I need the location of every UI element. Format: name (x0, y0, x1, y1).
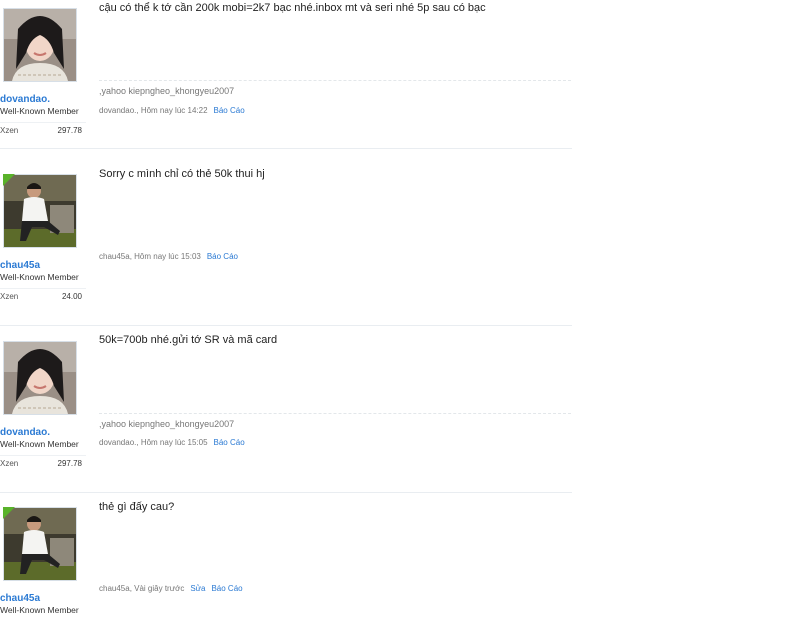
user-info: dovandao. Well-Known Member Xzen 297.78 (0, 334, 86, 474)
post-message: thẻ gì đấy cau? (99, 501, 175, 513)
user-info: chau45a Well-Known Member Xzen 24.00 (0, 160, 86, 306)
report-link[interactable]: Báo Cáo (214, 438, 245, 447)
user-info: dovandao. Well-Known Member Xzen 297.78 (0, 0, 86, 140)
username-link[interactable]: dovandao. (0, 427, 50, 438)
online-status-icon (3, 507, 15, 519)
stat-value: 297.78 (57, 459, 82, 468)
post-author-time: chau45a, Hôm nay lúc 15:03 (99, 252, 201, 261)
signature-divider (99, 413, 571, 414)
post-author-time: chau45a, Vài giây trước (99, 584, 185, 593)
post-separator (0, 148, 572, 149)
user-stat-row: Xzen 297.78 (0, 455, 86, 471)
user-title: Well-Known Member (0, 605, 79, 615)
edit-link[interactable]: Sửa (190, 584, 205, 593)
stat-value: 24.00 (61, 292, 82, 301)
user-stat-row: Xzen 297.78 (0, 122, 86, 138)
stat-label: Xzen (0, 292, 19, 301)
avatar[interactable] (3, 341, 77, 415)
user-info: chau45a Well-Known Member (0, 500, 86, 618)
avatar[interactable] (3, 8, 77, 82)
post-separator (0, 325, 572, 326)
user-stat-row: Xzen 24.00 (0, 288, 86, 304)
user-title: Well-Known Member (0, 439, 79, 449)
username-link[interactable]: dovandao. (0, 94, 50, 105)
user-title: Well-Known Member (0, 272, 79, 282)
stat-label: Xzen (0, 126, 19, 135)
post-meta: dovandao., Hôm nay lúc 15:05 Báo Cáo (99, 438, 245, 447)
stat-value: 297.78 (57, 126, 82, 135)
post-message: 50k=700b nhé.gửi tớ SR và mã card (99, 334, 278, 346)
post-2: chau45a Well-Known Member Xzen 24.00 Sor… (0, 160, 572, 320)
user-title: Well-Known Member (0, 106, 79, 116)
post-author-time: dovandao., Hôm nay lúc 15:05 (99, 438, 208, 447)
post-1: dovandao. Well-Known Member Xzen 297.78 … (0, 0, 572, 150)
report-link[interactable]: Báo Cáo (211, 584, 242, 593)
username-link[interactable]: chau45a (0, 260, 40, 271)
signature: ,yahoo kiepngheo_khongyeu2007 (99, 86, 235, 96)
avatar-girl-photo-icon (4, 9, 76, 81)
post-meta: chau45a, Hôm nay lúc 15:03 Báo Cáo (99, 252, 238, 261)
report-link[interactable]: Báo Cáo (207, 252, 238, 261)
post-meta: dovandao., Hôm nay lúc 14:22 Báo Cáo (99, 106, 245, 115)
post-message: cậu có thể k tớ cần 200k mobi=2k7 bạc nh… (99, 2, 486, 14)
online-status-icon (3, 174, 15, 186)
post-author-time: dovandao., Hôm nay lúc 14:22 (99, 106, 208, 115)
post-message: Sorry c mình chỉ có thẻ 50k thui hj (99, 168, 265, 180)
stat-label: Xzen (0, 459, 19, 468)
post-3: dovandao. Well-Known Member Xzen 297.78 … (0, 334, 572, 486)
thread-posts: dovandao. Well-Known Member Xzen 297.78 … (0, 0, 800, 618)
post-4: chau45a Well-Known Member thẻ gì đấy cau… (0, 500, 572, 618)
signature-divider (99, 80, 571, 81)
username-link[interactable]: chau45a (0, 593, 40, 604)
avatar-girl-photo-icon (4, 342, 76, 414)
report-link[interactable]: Báo Cáo (214, 106, 245, 115)
signature: ,yahoo kiepngheo_khongyeu2007 (99, 419, 235, 429)
post-separator (0, 492, 572, 493)
post-meta: chau45a, Vài giây trước Sửa Báo Cáo (99, 584, 243, 593)
